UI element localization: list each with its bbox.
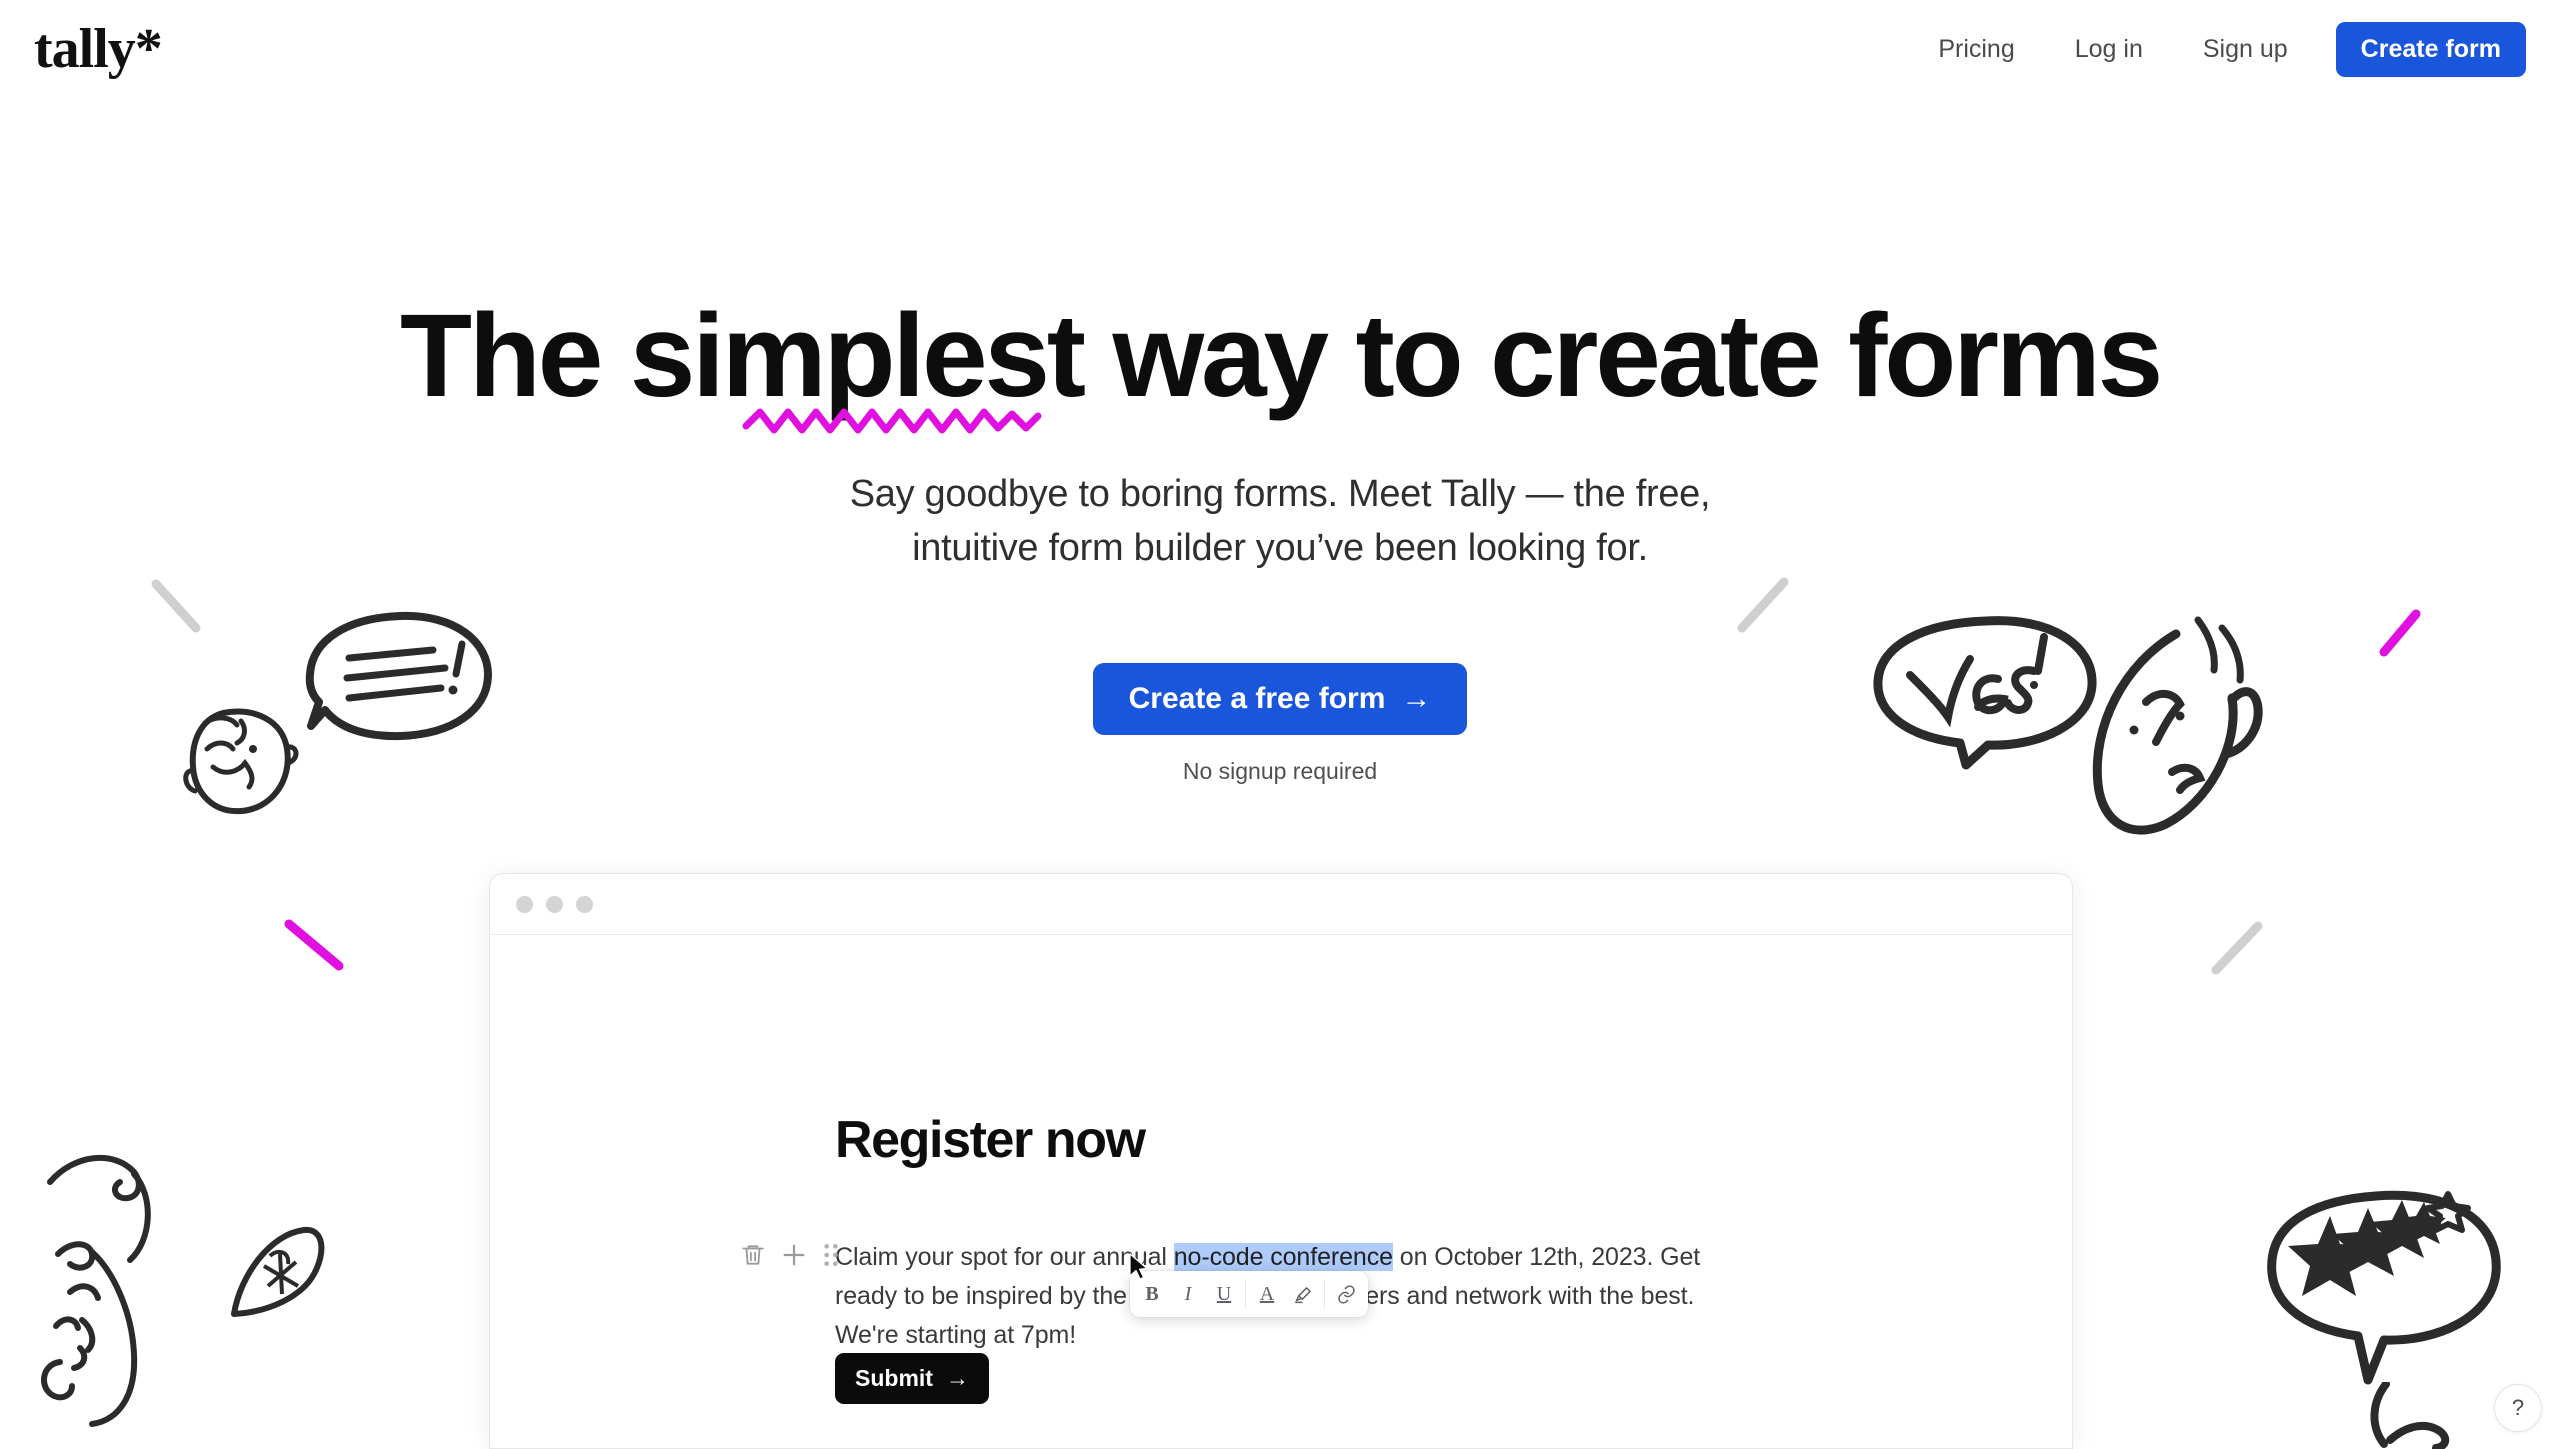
rt-group-link — [1328, 1271, 1364, 1317]
submit-label: Submit — [855, 1365, 933, 1391]
leaf-asterisk-doodle — [231, 1226, 325, 1317]
main-nav: Pricing Log in Sign up Create form — [1908, 21, 2526, 77]
magenta-squiggle-underline-icon — [742, 408, 1042, 434]
rich-text-toolbar: B I U A — [1130, 1271, 1368, 1317]
drag-handle-icon[interactable] — [822, 1242, 840, 1268]
highlighter-icon[interactable] — [1285, 1271, 1321, 1317]
page-subtitle-line1: Say goodbye to boring forms. Meet Tally … — [849, 473, 1711, 515]
rt-group-color: A — [1249, 1271, 1321, 1317]
nav-link-pricing[interactable]: Pricing — [1908, 23, 2044, 76]
text-color-button[interactable]: A — [1249, 1271, 1285, 1317]
grey-diagonal-stroke-mid-right-icon — [2211, 921, 2263, 975]
create-free-form-button[interactable]: Create a free form → — [1092, 663, 1468, 735]
submit-button[interactable]: Submit → — [835, 1353, 989, 1404]
form-text-before: Claim your spot for our annual — [835, 1243, 1174, 1271]
link-icon[interactable] — [1328, 1271, 1364, 1317]
page-subtitle-line2: intuitive form builder you’ve been looki… — [912, 526, 1648, 569]
arrow-right-icon: → — [1401, 682, 1432, 715]
grey-diagonal-stroke-right-icon — [1737, 577, 1789, 633]
rt-group-basic: B I U — [1134, 1271, 1242, 1317]
page-root: tally* Pricing Log in Sign up Create for… — [0, 0, 2560, 1449]
magenta-diagonal-stroke-left-icon — [284, 919, 344, 971]
trash-icon[interactable] — [740, 1242, 766, 1268]
nav-link-login[interactable]: Log in — [2045, 23, 2173, 76]
form-text-selection[interactable]: no-code conference — [1173, 1243, 1393, 1271]
nav-link-signup[interactable]: Sign up — [2173, 23, 2318, 76]
window-dot-close-icon — [516, 895, 533, 913]
magenta-diagonal-stroke-right-icon — [2379, 609, 2421, 657]
browser-chrome-bar — [490, 874, 2072, 935]
mouse-cursor-icon — [1129, 1253, 1148, 1280]
form-preview-card: Register now Claim your spot for our ann… — [489, 873, 2073, 1449]
partial-doodle-bottom-right — [2370, 1382, 2450, 1449]
face-doodle-bottom-left — [41, 1154, 151, 1427]
page-subtitle: Say goodbye to boring forms. Meet Tally … — [0, 468, 2560, 576]
site-header: tally* Pricing Log in Sign up Create for… — [0, 0, 2560, 98]
block-controls — [740, 1241, 840, 1269]
no-signup-note: No signup required — [1182, 758, 1378, 784]
page-headline: The simplest way to create forms — [399, 290, 2163, 422]
toolbar-divider — [1324, 1279, 1325, 1309]
underline-button[interactable]: U — [1206, 1271, 1242, 1317]
help-button[interactable]: ? — [2494, 1384, 2542, 1432]
hero-cta-group: Create a free form → No signup required — [0, 663, 2560, 785]
logo-tally[interactable]: tally* — [34, 21, 163, 77]
window-dot-maximize-icon — [576, 895, 593, 913]
arrow-right-icon: → — [945, 1365, 969, 1391]
plus-icon[interactable] — [780, 1241, 808, 1269]
italic-button[interactable]: I — [1170, 1271, 1206, 1317]
grey-diagonal-stroke-icon — [151, 579, 201, 633]
window-dot-minimize-icon — [546, 895, 563, 913]
form-title[interactable]: Register now — [835, 1110, 2012, 1170]
form-text-block[interactable]: Claim your spot for our annual no-code c… — [742, 1238, 2012, 1354]
toolbar-divider — [1245, 1279, 1246, 1309]
create-form-button[interactable]: Create form — [2335, 21, 2526, 77]
create-free-form-label: Create a free form — [1128, 682, 1386, 715]
star-rating-bubble-doodle — [2267, 1190, 2501, 1385]
